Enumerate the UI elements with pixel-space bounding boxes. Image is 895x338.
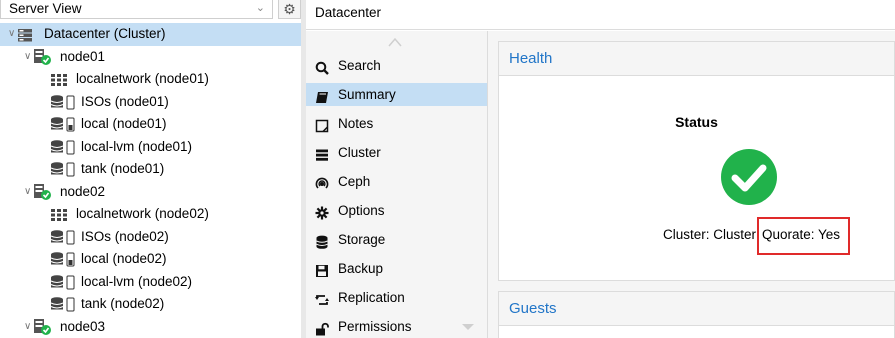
nav-item-ceph[interactable]: Ceph (306, 170, 487, 193)
tree-item-label: tank (node01) (81, 161, 165, 176)
unlock-icon (315, 320, 329, 336)
nav-item-label: Permissions (338, 319, 412, 334)
breadcrumb: Datacenter (306, 0, 895, 30)
tree-item-label: localnetwork (node01) (76, 71, 209, 86)
gear-icon: ⚙ (283, 0, 296, 17)
expand-toggle-icon[interactable]: ∨ (24, 46, 31, 69)
nav-item-permissions[interactable]: Permissions (306, 315, 487, 338)
nav-item-label: Storage (338, 232, 386, 247)
chevron-down-icon: ⌄ (255, 2, 265, 14)
expand-toggle-icon[interactable]: ∨ (24, 316, 31, 338)
tree-item-storage-iso[interactable]: ISOs (node01) (0, 91, 302, 114)
tree-item-label: node02 (60, 183, 106, 199)
tree-item-storage-local[interactable]: local (node02) (0, 248, 302, 271)
tree-item-storage-iso[interactable]: local-lvm (node01) (0, 136, 302, 159)
tree-item-label: local-lvm (node01) (81, 138, 193, 154)
tree-item-node[interactable]: ∨ node01 (0, 46, 302, 69)
tree-item-network[interactable]: localnetwork (node02) (0, 203, 302, 226)
guests-panel-title: Guests (499, 292, 894, 326)
tree-item-storage-iso[interactable]: local-lvm (node02) (0, 271, 302, 294)
nav-item-summary[interactable]: Summary (306, 83, 487, 106)
nav-item-search[interactable]: Search (306, 54, 487, 77)
nav-item-label: Cluster (338, 145, 381, 160)
tree-item-label: ISOs (node01) (81, 93, 169, 109)
tree-item-label: localnetwork (node02) (76, 206, 209, 221)
check-circle-icon (721, 149, 777, 205)
tree-item-label: node01 (60, 48, 106, 64)
resource-tree-panel: Server View ⌄ ⚙ ∨ Datacenter (Cluster) ∨ no… (0, 0, 306, 338)
scroll-down-icon[interactable] (461, 322, 475, 332)
cluster-status-text: Cluster: Cluster (663, 227, 757, 242)
nav-item-replication[interactable]: Replication (306, 286, 487, 309)
tree-item-storage-iso[interactable]: tank (node01) (0, 158, 302, 181)
expand-toggle-icon[interactable]: ∨ (8, 23, 15, 46)
tree-item-label: Datacenter (Cluster) (44, 26, 166, 41)
nav-item-label: Replication (338, 290, 405, 305)
tree-item-storage-local[interactable]: local (node01) (0, 113, 302, 136)
floppy-icon (315, 262, 329, 277)
tree-settings-button[interactable]: ⚙ (278, 0, 301, 19)
summary-content: Health Status Cluster: Cluster Quorate: … (488, 31, 895, 338)
database-icon (315, 233, 329, 249)
nav-item-options[interactable]: Options (306, 199, 487, 222)
tree-item-datacenter[interactable]: ∨ Datacenter (Cluster) (0, 23, 302, 46)
nav-item-label: Summary (338, 87, 396, 102)
resource-tree: ∨ Datacenter (Cluster) ∨ node01 localnetwork… (0, 23, 302, 338)
tree-item-label: local (node01) (81, 116, 167, 131)
guests-panel: Guests (498, 291, 895, 338)
node-online-icon (33, 318, 53, 338)
nav-item-label: Options (338, 203, 385, 218)
nav-item-notes[interactable]: Notes (306, 112, 487, 135)
nav-item-label: Ceph (338, 174, 371, 189)
quorate-highlight-box (757, 217, 850, 255)
nav-item-cluster[interactable]: Cluster (306, 141, 487, 164)
tree-item-label: tank (node02) (81, 296, 165, 311)
tree-item-network[interactable]: localnetwork (node01) (0, 68, 302, 91)
nav-item-label: Backup (338, 261, 384, 276)
breadcrumb-title: Datacenter (315, 5, 382, 20)
health-panel: Health Status Cluster: Cluster Quorate: … (498, 41, 895, 281)
view-selector[interactable]: Server View ⌄ (0, 0, 273, 19)
ceph-icon (315, 175, 329, 189)
scroll-up-icon[interactable] (388, 37, 402, 47)
nav-item-storage[interactable]: Storage (306, 228, 487, 251)
retweet-icon (315, 291, 329, 305)
health-panel-title: Health (499, 42, 894, 76)
nav-item-label: Notes (338, 116, 374, 131)
tree-item-label: ISOs (node02) (81, 228, 169, 244)
tree-item-label: node03 (60, 318, 106, 334)
content-nav: Search Summary Notes Cluster Ceph Options Stor… (306, 31, 488, 338)
expand-toggle-icon[interactable]: ∨ (24, 181, 31, 204)
nav-item-label: Search (338, 58, 381, 73)
tree-item-storage-iso[interactable]: tank (node02) (0, 293, 302, 316)
status-label: Status (675, 114, 718, 130)
gear-icon (315, 204, 329, 220)
tree-item-node[interactable]: ∨ node03 (0, 316, 302, 338)
nav-item-backup[interactable]: Backup (306, 257, 487, 280)
notes-icon (315, 117, 329, 133)
view-selector-value: Server View (9, 1, 82, 16)
cluster-icon (315, 146, 329, 161)
search-icon (315, 59, 329, 75)
book-icon (315, 88, 329, 103)
tree-item-label: local (node02) (81, 251, 167, 266)
tree-item-node[interactable]: ∨ node02 (0, 181, 302, 204)
tree-item-label: local-lvm (node02) (81, 273, 193, 289)
tree-item-storage-iso[interactable]: ISOs (node02) (0, 226, 302, 249)
